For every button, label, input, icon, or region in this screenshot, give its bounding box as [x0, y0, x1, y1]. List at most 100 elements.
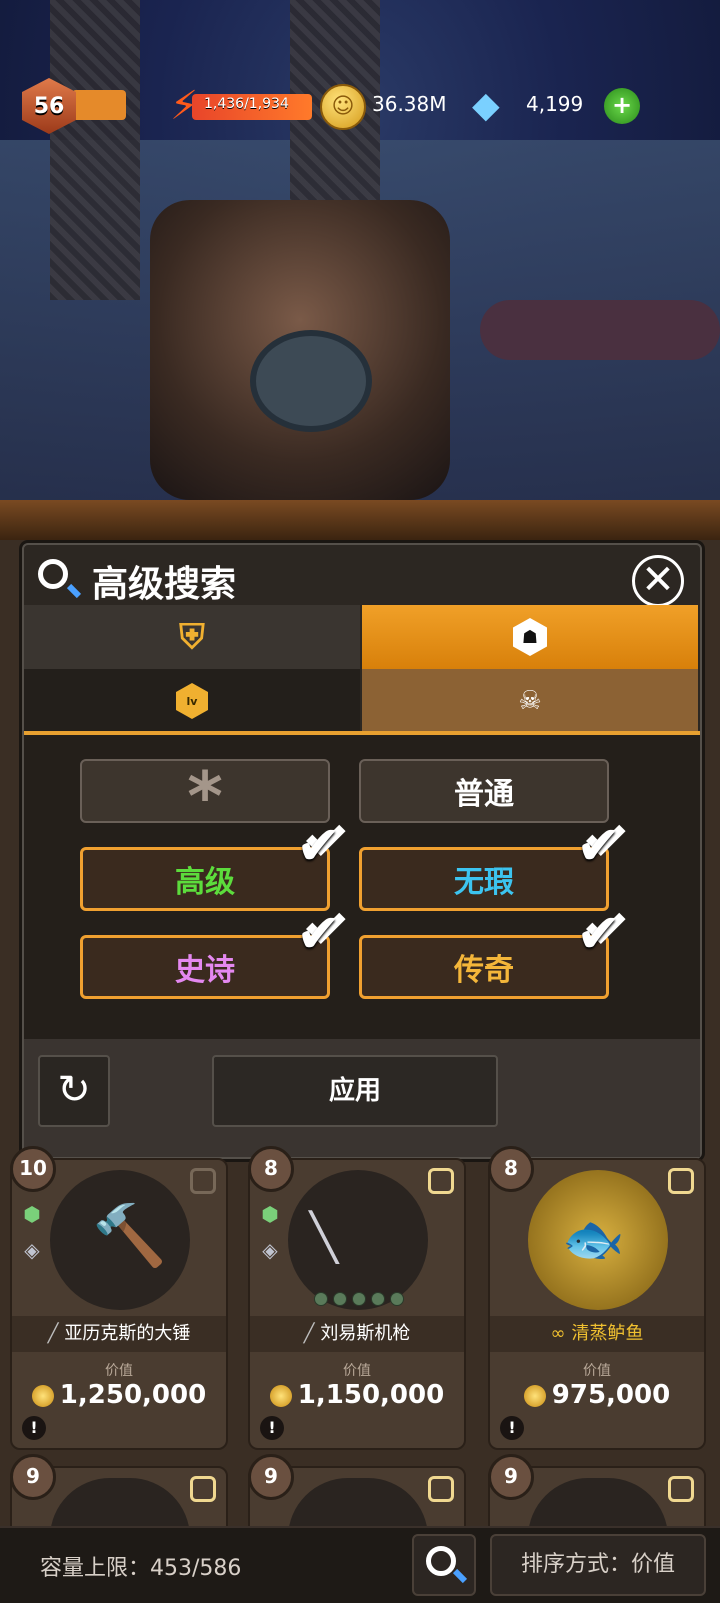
- category-tabs-row-2: lv ☠: [24, 669, 700, 733]
- rarity-common-label: 普通: [454, 777, 514, 812]
- energy-counter[interactable]: ⚡ 1,436/1,934: [170, 82, 312, 130]
- xp-bar: [72, 90, 126, 120]
- food-icon: ∞: [550, 1323, 566, 1344]
- close-button[interactable]: ✕: [632, 555, 684, 607]
- rarity-common-button[interactable]: 普通: [359, 759, 609, 823]
- item-name-bar: ╱ 亚历克斯的大锤: [12, 1316, 226, 1352]
- item-value: 975,000: [490, 1380, 704, 1410]
- machine-hatch: [250, 330, 372, 432]
- rarity-advanced-label: 高级: [175, 865, 235, 900]
- coin-value: 36.38M: [372, 92, 447, 116]
- weapon-icon: ╱: [47, 1323, 59, 1344]
- tab-rarity[interactable]: ☗: [362, 605, 698, 669]
- rarity-flawless-button[interactable]: 无瑕: [359, 847, 609, 911]
- info-icon[interactable]: !: [22, 1416, 46, 1440]
- item-level: 10: [10, 1146, 56, 1192]
- item-level: 9: [248, 1454, 294, 1500]
- item-name: 清蒸鲈鱼: [571, 1323, 644, 1344]
- coin-icon: [269, 1384, 292, 1407]
- rarity-legendary-label: 传奇: [454, 953, 514, 988]
- coin-icon: ☺: [320, 84, 366, 130]
- lightning-icon: ⚡: [170, 83, 199, 129]
- item-card[interactable]: 🐟 8 ∞ 清蒸鲈鱼 价值 975,000 !: [488, 1146, 706, 1450]
- tab-monster[interactable]: ☠: [362, 669, 698, 733]
- item-level: 9: [488, 1454, 534, 1500]
- lock-icon[interactable]: [668, 1476, 694, 1502]
- value-label: 价值: [343, 1363, 371, 1379]
- value-label: 价值: [583, 1363, 611, 1379]
- rarity-flawless-label: 无瑕: [454, 865, 514, 900]
- dialog-footer: ↻ 应用: [24, 1039, 700, 1157]
- search-icon: [426, 1546, 456, 1576]
- rarity-epic-button[interactable]: 史诗: [80, 935, 330, 999]
- fish-dish-icon: 🐟: [562, 1210, 625, 1268]
- item-value: 1,150,000: [250, 1380, 464, 1410]
- skill-badge-icon: ◈: [262, 1238, 278, 1262]
- coin-icon: [31, 1384, 54, 1407]
- rarity-any-button[interactable]: *: [80, 759, 330, 832]
- check-icon: ✔: [576, 907, 626, 961]
- upgrade-badge-icon: ⬢: [23, 1202, 41, 1226]
- capacity-label: 容量上限：453/586: [40, 1556, 242, 1581]
- lock-icon[interactable]: [190, 1476, 216, 1502]
- gem-counter[interactable]: ◆ 4,199 +: [472, 82, 652, 130]
- dialog-title: 高级搜索: [92, 564, 237, 605]
- coin-icon: [523, 1384, 546, 1407]
- lock-icon[interactable]: [428, 1168, 454, 1194]
- upgrade-badge-icon: ⬢: [261, 1202, 279, 1226]
- item-name-bar: ∞ 清蒸鲈鱼: [490, 1316, 704, 1352]
- item-name-bar: ╱ 刘易斯机枪: [250, 1316, 464, 1352]
- item-card[interactable]: ╲ ⬢ ◈ 8 ╱ 刘易斯机枪 价值 1,150,000 !: [248, 1146, 466, 1450]
- add-gems-button[interactable]: +: [604, 88, 640, 124]
- monster-skull-icon: ☠: [518, 686, 542, 716]
- level-icon: lv: [176, 683, 208, 719]
- item-value: 1,250,000: [12, 1380, 226, 1410]
- apply-button[interactable]: 应用: [212, 1055, 498, 1127]
- scaffold-tower-left: [50, 0, 140, 300]
- lock-icon[interactable]: [668, 1168, 694, 1194]
- skill-badge-icon: ◈: [24, 1238, 40, 1262]
- resource-hud: 56 ⚡ 1,436/1,934 ☺ 36.38M ◆ 4,199 +: [0, 78, 720, 134]
- item-level: 8: [488, 1146, 534, 1192]
- rarity-hex-icon: ☗: [513, 618, 547, 656]
- item-name: 刘易斯机枪: [320, 1323, 411, 1344]
- reset-button[interactable]: ↻: [38, 1055, 110, 1127]
- wooden-rail: [0, 500, 720, 540]
- check-icon: ✔: [296, 907, 346, 961]
- socket-dots: [314, 1292, 404, 1306]
- equipment-shield-icon: ⛨: [179, 617, 205, 657]
- item-name: 亚历克斯的大锤: [64, 1323, 191, 1344]
- lock-icon[interactable]: [190, 1168, 216, 1194]
- player-level-badge[interactable]: 56: [22, 78, 76, 134]
- check-icon: ✔: [296, 819, 346, 873]
- item-card[interactable]: 🔨 ⬢ ◈ 10 ╱ 亚历克斯的大锤 价值 1,250,000 !: [10, 1146, 228, 1450]
- item-portrait: [288, 1170, 428, 1310]
- item-value-text: 1,250,000: [59, 1380, 207, 1410]
- item-value-text: 1,150,000: [297, 1380, 445, 1410]
- inventory-bottom-bar: 容量上限：453/586 排序方式：价值: [0, 1526, 720, 1603]
- info-icon[interactable]: !: [260, 1416, 284, 1440]
- lock-icon[interactable]: [428, 1476, 454, 1502]
- tab-equipment[interactable]: ⛨: [24, 605, 360, 669]
- search-icon: [38, 559, 68, 589]
- gem-value: 4,199: [526, 92, 584, 116]
- reset-icon: ↻: [57, 1067, 91, 1113]
- energy-value: 1,436/1,934: [204, 96, 289, 112]
- item-level: 9: [10, 1454, 56, 1500]
- machine-gun-icon: ╲: [310, 1210, 338, 1264]
- advanced-search-dialog: 高级搜索 ✕ ⛨ ☗ lv ☠ * 普通 高级 ✔ 无瑕 ✔ 史诗 ✔ 传奇 ✔…: [22, 543, 702, 1159]
- hammer-icon: 🔨: [92, 1201, 167, 1271]
- tab-level[interactable]: lv: [24, 669, 360, 733]
- category-tabs-row-1: ⛨ ☗: [24, 605, 700, 669]
- coin-counter[interactable]: ☺ 36.38M: [320, 82, 460, 130]
- rarity-legendary-button[interactable]: 传奇: [359, 935, 609, 999]
- check-icon: ✔: [576, 819, 626, 873]
- rarity-filter-grid: * 普通 高级 ✔ 无瑕 ✔ 史诗 ✔ 传奇 ✔: [24, 735, 700, 1039]
- diamond-icon: ◆: [472, 85, 500, 126]
- sort-button[interactable]: 排序方式：价值: [490, 1534, 706, 1596]
- weapon-icon: ╱: [303, 1323, 315, 1344]
- info-icon[interactable]: !: [500, 1416, 524, 1440]
- rarity-advanced-button[interactable]: 高级: [80, 847, 330, 911]
- rarity-epic-label: 史诗: [175, 953, 235, 988]
- search-button[interactable]: [412, 1534, 476, 1596]
